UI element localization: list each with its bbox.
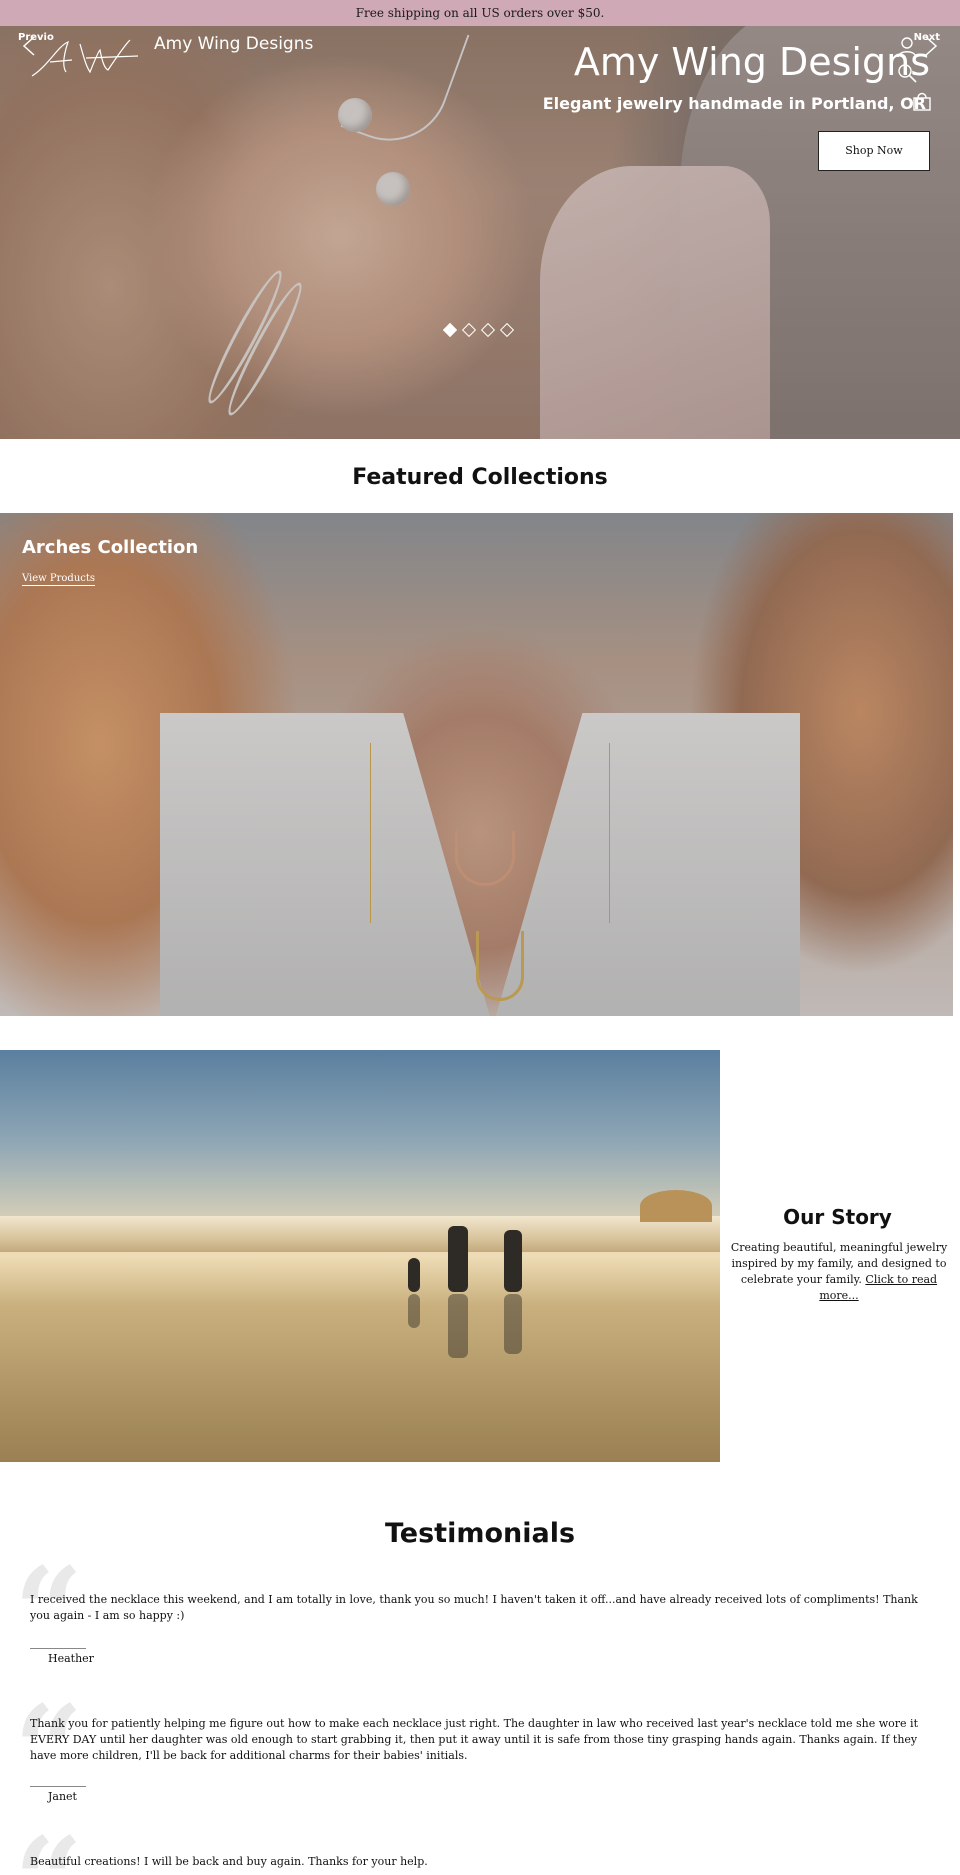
testimonial-divider [30,1786,86,1787]
story-image [0,1050,720,1462]
logo[interactable] [28,36,143,81]
slide-dot[interactable] [442,322,458,338]
brand-name[interactable]: Amy Wing Designs [154,34,313,54]
collection-title[interactable]: Arches Collection [22,537,198,558]
our-story-title: Our Story [783,1205,892,1229]
collection-card[interactable]: Arches Collection View Products [0,513,953,1016]
story-image-reflection [448,1294,468,1358]
hero-overlay [0,26,960,439]
story-image-surf [0,1216,720,1252]
testimonial-divider [30,1648,86,1649]
story-image-rock [640,1190,712,1222]
slide-dot[interactable] [461,322,477,338]
story-image-adult [504,1230,522,1292]
testimonial-text: I received the necklace this weekend, an… [30,1593,918,1622]
testimonial-author: Heather [48,1652,94,1665]
hero-subtitle: Elegant jewelry handmade in Portland, OR [542,94,926,113]
story-image-reflection [408,1294,420,1328]
testimonials-title: Testimonials [384,1518,576,1549]
shop-now-button[interactable]: Shop Now [818,131,930,171]
slide-dot[interactable] [480,322,496,338]
view-products-link[interactable]: View Products [22,573,96,586]
testimonial-author: Janet [48,1790,77,1803]
featured-collections-title: Featured Collections [352,465,608,490]
story-image-child [408,1258,420,1292]
hero-title: Amy Wing Designs [573,40,930,84]
testimonial-text: Beautiful creations! I will be back and … [30,1855,428,1868]
slide-indicators [442,322,515,338]
collection-overlay [0,513,953,1016]
announcement-text: Free shipping on all US orders over $50. [355,6,605,20]
story-image-adult [448,1226,468,1292]
story-image-reflection [504,1294,522,1354]
our-story-text: Creating beautiful, meaningful jewelry i… [730,1240,948,1304]
announcement-bar: Free shipping on all US orders over $50. [0,0,960,26]
testimonial-text: Thank you for patiently helping me figur… [30,1717,918,1762]
hero-slideshow: Previo Next Amy Wing Designs Amy Wing De… [0,26,960,439]
slide-dot[interactable] [499,322,515,338]
